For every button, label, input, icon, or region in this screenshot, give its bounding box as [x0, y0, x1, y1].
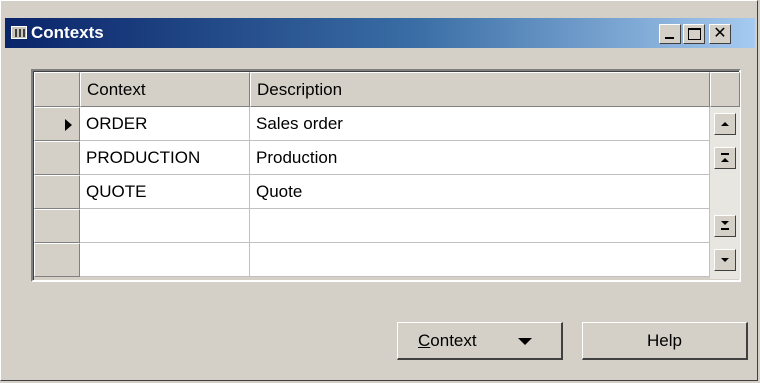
table-cell-context[interactable]	[80, 209, 250, 243]
contexts-window: Contexts ✕ Context Description ORDER Sal…	[0, 0, 758, 381]
help-button-label: Help	[647, 331, 682, 350]
context-button-label: Context	[418, 331, 477, 350]
header-filler	[710, 72, 740, 107]
close-icon: ✕	[713, 25, 727, 42]
table-cell-context[interactable]	[80, 243, 250, 277]
window-title: Contexts	[31, 23, 104, 42]
column-header-description[interactable]: Description	[250, 72, 710, 107]
row-selector[interactable]	[34, 175, 80, 209]
row-selector[interactable]	[34, 141, 80, 175]
close-button[interactable]: ✕	[709, 24, 731, 44]
vertical-scrollbar[interactable]	[710, 107, 740, 279]
scroll-up-button[interactable]	[714, 113, 736, 135]
row-selector[interactable]	[34, 209, 80, 243]
row-selector[interactable]	[34, 107, 80, 141]
row-selector[interactable]	[34, 243, 80, 277]
bar-icon	[721, 153, 729, 155]
scroll-page-up-button[interactable]	[714, 147, 736, 169]
table-cell-description[interactable]: Production	[250, 141, 710, 175]
context-menu-button[interactable]: Context	[397, 322, 563, 360]
table-cell-context[interactable]: ORDER	[80, 107, 250, 141]
table-cell-description[interactable]: Quote	[250, 175, 710, 209]
bar-icon	[721, 228, 729, 230]
arrow-down-icon	[721, 258, 729, 262]
table-cell-description[interactable]: Sales order	[250, 107, 710, 141]
chevron-down-icon	[518, 338, 532, 345]
current-row-arrow-icon	[65, 119, 72, 131]
title-bar[interactable]: Contexts ✕	[5, 18, 755, 48]
minimize-button[interactable]	[659, 24, 681, 44]
scroll-page-down-button[interactable]	[714, 215, 736, 237]
table-cell-description[interactable]	[250, 209, 710, 243]
arrow-down-icon	[721, 221, 729, 225]
table-cell-context[interactable]: QUOTE	[80, 175, 250, 209]
help-button[interactable]: Help	[582, 322, 748, 360]
arrow-up-icon	[721, 158, 729, 162]
header-corner	[34, 72, 80, 107]
table-cell-description[interactable]	[250, 243, 710, 277]
scroll-down-button[interactable]	[714, 249, 736, 271]
contexts-grid: Context Description ORDER Sales order PR…	[31, 69, 741, 282]
table-cell-context[interactable]: PRODUCTION	[80, 141, 250, 175]
column-header-context[interactable]: Context	[80, 72, 250, 107]
arrow-up-icon	[721, 122, 729, 126]
app-window-icon	[11, 26, 27, 39]
maximize-button[interactable]	[683, 24, 705, 44]
